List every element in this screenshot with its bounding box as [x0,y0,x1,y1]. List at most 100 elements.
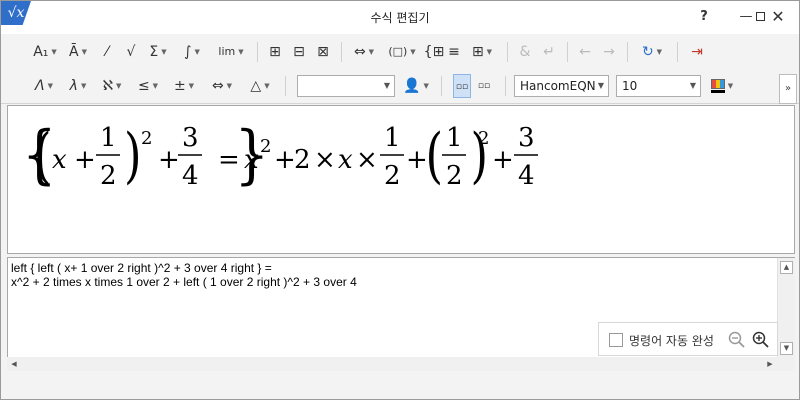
close-button[interactable]: ✕ [765,5,791,29]
toolbar-separator [257,42,258,62]
subscript-icon: A₁ [33,44,49,60]
lambda-button[interactable]: λ ▼ [63,74,93,98]
chevron-down-icon: ▼ [47,82,53,90]
inline-layout-icon: ▫▫ [455,82,469,92]
root-button[interactable]: √ [121,40,141,64]
times-sign: × [314,145,336,175]
block-layout-icon: ▫▫ [477,81,491,91]
layout-toggle-on[interactable]: ▫▫ [453,74,471,98]
subscript-superscript-button[interactable]: A₁ ▼ [29,40,61,64]
toolbar-separator [627,42,628,62]
newline-button[interactable]: ↵ [539,40,559,64]
ampersand-button[interactable]: & [515,40,535,64]
matrix-button-3[interactable]: ⊠ [313,40,333,64]
lines-button[interactable]: ≡ [445,40,463,64]
plus-sign: + [492,145,514,175]
zoom-out-icon[interactable] [727,330,747,350]
toolbar-separator [341,42,342,62]
toolbar-overflow-button[interactable]: » [779,74,797,104]
autocomplete-panel: 명령어 자동 완성 [598,322,778,356]
script-line-2: x^2 + 2 times x times 1 over 2 + left ( … [11,275,357,289]
scroll-up-arrow-icon[interactable]: ▲ [780,261,793,274]
double-arrow-icon: ⇔ [211,78,224,94]
user-icon: 👤 [403,78,421,94]
layout-toggle-off[interactable]: ▫▫ [475,74,493,98]
user-style-button[interactable]: 👤 ▼ [401,74,431,98]
fraction-button[interactable]: ⁄ [97,40,117,64]
help-button[interactable]: ? [691,5,717,29]
triangle-icon: △ [250,78,262,94]
exponent-2: 2 [260,136,271,157]
scroll-left-arrow-icon[interactable]: ◀ [7,357,21,371]
exit-button[interactable]: ⇥ [685,40,709,64]
denominator-2: 2 [446,161,463,191]
chevron-down-icon: ▼ [368,48,375,56]
matrix-button-2[interactable]: ⊟ [289,40,309,64]
grid-icon: ⊞ [471,44,484,60]
bracket-button[interactable]: (□) ▼ [385,40,419,64]
redo-button[interactable]: → [599,40,619,64]
times-sign: × [356,145,378,175]
toolbar-separator [441,76,442,96]
decoration-button[interactable]: Ā ▼ [63,40,93,64]
cases-button[interactable]: {⊞ [423,40,445,64]
integral-button[interactable]: ∫ ▼ [179,40,205,64]
arrow-button[interactable]: ⇔ ▼ [205,74,239,98]
plus-sign: + [274,145,296,175]
script-editor[interactable]: left { left ( x+ 1 over 2 right )^2 + 3 … [7,257,795,369]
scroll-down-arrow-icon[interactable]: ▼ [780,342,793,355]
numerator-1: 1 [446,123,463,153]
operator-button[interactable]: ± ▼ [169,74,199,98]
font-combo-value: HancomEQN [520,79,596,93]
plus-sign: + [406,145,428,175]
style-combo[interactable]: ▼ [297,75,395,97]
toolbar-separator [505,76,506,96]
aleph-icon: ℵ [102,78,114,94]
color-swatch-icon [710,79,725,93]
exponent-2: 2 [141,128,152,149]
chevron-down-icon: ▼ [410,48,416,56]
align-button[interactable]: ⇔ ▼ [349,40,379,64]
toolbar-separator [285,76,286,96]
misc-symbol-button[interactable]: △ ▼ [245,74,275,98]
align-icon: ⇔ [353,44,366,60]
refresh-button[interactable]: ↻ ▼ [635,40,669,64]
size-combo[interactable]: 10 ▼ [616,75,701,97]
scroll-right-arrow-icon[interactable]: ▶ [763,357,777,371]
autocomplete-checkbox[interactable] [609,333,623,347]
limit-button[interactable]: lim ▼ [213,40,249,64]
vertical-scrollbar[interactable]: ▲ ▼ [777,258,795,368]
aleph-button[interactable]: ℵ ▼ [97,74,127,98]
title-bar: √x 수식 편집기 ? — ✕ [1,1,799,34]
denominator-4: 4 [518,161,535,191]
numerator-3: 3 [182,123,199,153]
undo-button[interactable]: ← [575,40,595,64]
relation-button[interactable]: ≤ ▼ [133,74,163,98]
denominator-4: 4 [182,161,199,191]
denominator-2: 2 [384,161,401,191]
sum-button[interactable]: Σ ▼ [145,40,171,64]
script-line-1: left { left ( x+ 1 over 2 right )^2 + 3 … [11,261,272,275]
lambda-icon: λ [69,78,78,94]
matrix-button-1[interactable]: ⊞ [265,40,285,64]
sum-icon: Σ [149,44,159,60]
chevron-down-icon: ▼ [264,82,270,90]
integral-icon: ∫ [184,44,192,60]
grid-button[interactable]: ⊞ ▼ [467,40,497,64]
toolbar-separator [567,42,568,62]
font-combo[interactable]: HancomEQN ▼ [514,75,609,97]
text-color-button[interactable]: ▼ [707,74,737,98]
chevron-down-icon: ▼ [423,82,429,90]
plus-minus-icon: ± [173,78,186,94]
decoration-icon: Ā [69,44,79,60]
chevron-down-icon: ▼ [81,48,87,56]
zoom-in-icon[interactable] [751,330,771,350]
numerator-1: 1 [100,123,117,153]
chevron-down-icon: ▼ [727,82,734,90]
horizontal-scrollbar[interactable]: ◀ ▶ [7,357,795,371]
chevron-down-icon: ▼ [238,48,244,56]
exponent-2: 2 [478,128,489,149]
greek-upper-button[interactable]: Λ ▼ [29,74,59,98]
script-text[interactable]: left { left ( x+ 1 over 2 right )^2 + 3 … [11,261,771,289]
refresh-icon: ↻ [641,44,654,60]
